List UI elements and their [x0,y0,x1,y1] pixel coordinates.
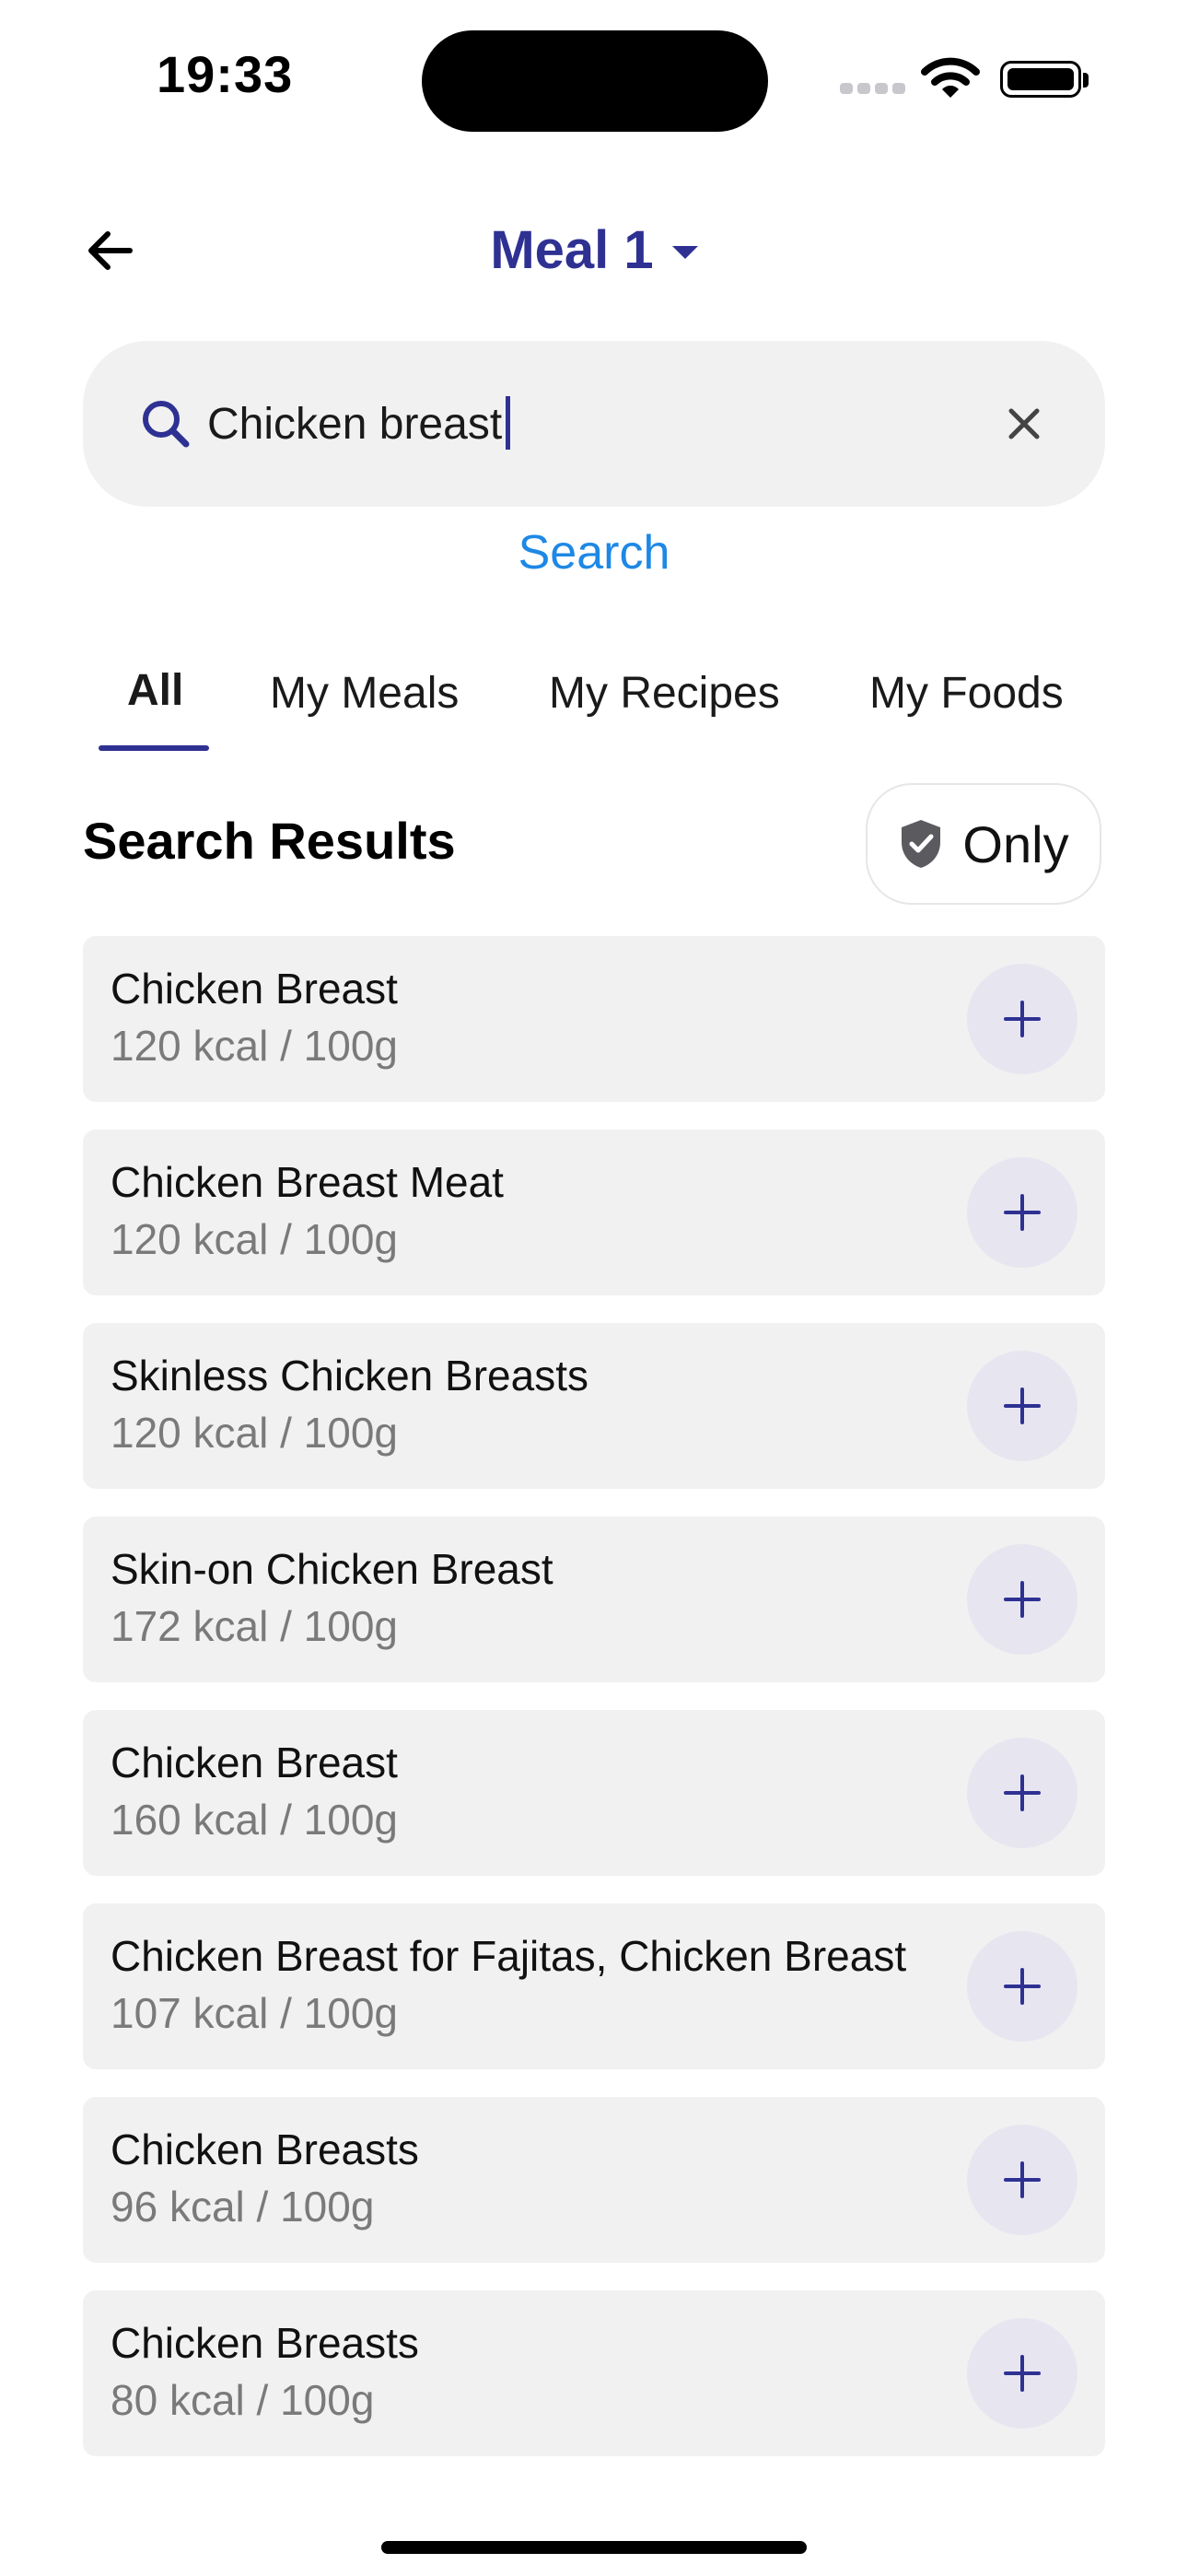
list-item[interactable]: Skin-on Chicken Breast 172 kcal / 100g [83,1516,1105,1682]
battery-icon [1000,61,1081,98]
add-food-button[interactable] [967,1931,1077,2042]
food-kcal: 80 kcal / 100g [111,2376,375,2424]
list-item[interactable]: Chicken Breast for Fajitas, Chicken Brea… [83,1903,1105,2069]
plus-icon [1004,1581,1041,1618]
verified-only-filter[interactable]: Only [866,783,1101,905]
caret-down-icon [671,246,698,259]
plus-icon [1004,1388,1041,1424]
add-food-button[interactable] [967,1738,1077,1848]
wifi-icon [921,57,980,100]
tab-my-foods[interactable]: My Foods [869,668,1064,719]
list-item[interactable]: Skinless Chicken Breasts 120 kcal / 100g [83,1323,1105,1489]
add-food-button[interactable] [967,2318,1077,2429]
add-food-button[interactable] [967,1157,1077,1268]
tab-all[interactable]: All [127,665,183,716]
plus-icon [1004,1194,1041,1231]
active-tab-indicator [99,745,209,751]
food-kcal: 107 kcal / 100g [111,1989,399,2037]
food-kcal: 120 kcal / 100g [111,1409,399,1457]
food-name: Skin-on Chicken Breast [111,1545,553,1593]
search-button[interactable]: Search [0,525,1188,580]
plus-icon [1004,2355,1041,2392]
food-kcal: 120 kcal / 100g [111,1022,399,1070]
plus-icon [1004,1774,1041,1811]
list-item[interactable]: Chicken Breast 120 kcal / 100g [83,936,1105,1102]
food-name: Chicken Breast Meat [111,1158,504,1206]
list-item[interactable]: Chicken Breast Meat 120 kcal / 100g [83,1130,1105,1295]
plus-icon [1004,1001,1041,1037]
add-food-button[interactable] [967,1351,1077,1461]
battery-cap [1083,73,1089,88]
meal-selector[interactable]: Meal 1 [490,219,698,281]
add-food-button[interactable] [967,964,1077,1074]
food-name: Skinless Chicken Breasts [111,1352,588,1399]
food-name: Chicken Breast for Fajitas, Chicken Brea… [111,1932,907,1980]
status-time: 19:33 [157,45,294,103]
dynamic-island [422,30,768,132]
list-item[interactable]: Chicken Breasts 96 kcal / 100g [83,2097,1105,2263]
clear-search-button[interactable] [995,394,1054,453]
meal-title: Meal 1 [490,219,654,280]
food-name: Chicken Breast [111,965,398,1013]
add-food-button[interactable] [967,1544,1077,1655]
food-name: Chicken Breast [111,1739,398,1786]
search-input[interactable] [207,387,944,461]
close-icon [1008,408,1040,439]
plus-icon [1004,1968,1041,2005]
meal-selector-wrap: Meal 1 [0,208,1188,291]
results-title: Search Results [83,812,456,870]
text-cursor [506,396,510,450]
add-food-button[interactable] [967,2125,1077,2235]
food-kcal: 172 kcal / 100g [111,1602,399,1650]
only-label: Only [962,814,1069,873]
home-indicator[interactable] [381,2541,807,2554]
food-name: Chicken Breasts [111,2125,419,2173]
tab-my-meals[interactable]: My Meals [270,668,459,719]
food-kcal: 160 kcal / 100g [111,1796,399,1844]
food-name: Chicken Breasts [111,2319,419,2367]
cellular-signal-icon [840,83,906,94]
tab-my-recipes[interactable]: My Recipes [549,668,780,719]
food-kcal: 120 kcal / 100g [111,1215,399,1263]
search-icon [138,396,193,451]
plus-icon [1004,2161,1041,2198]
shield-check-icon [902,820,941,868]
list-item[interactable]: Chicken Breast 160 kcal / 100g [83,1710,1105,1876]
list-item[interactable]: Chicken Breasts 80 kcal / 100g [83,2290,1105,2456]
food-kcal: 96 kcal / 100g [111,2183,375,2231]
